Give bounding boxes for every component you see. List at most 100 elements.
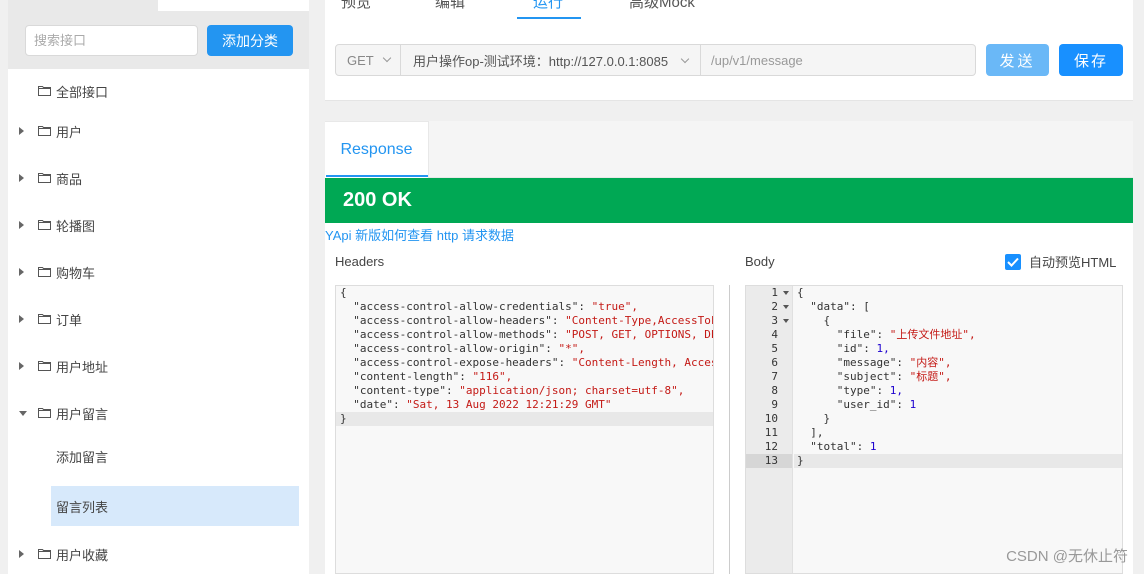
tab-response[interactable]: Response — [325, 121, 429, 178]
body-code-line: ], — [794, 426, 1122, 440]
tab-response-label: Response — [340, 141, 413, 158]
code-value: 1, — [876, 342, 890, 355]
status-bar: 200 OK — [325, 178, 1133, 223]
folder-icon — [38, 361, 51, 371]
headers-code-view[interactable]: { "access-control-allow-credentials": "t… — [335, 285, 714, 574]
headers-code-line: "access-control-allow-credentials": "tru… — [336, 300, 713, 314]
code-key: "access-control-allow-methods": — [340, 328, 566, 341]
tree-item[interactable]: 用户地址 — [8, 351, 309, 381]
tree-item-label: 用户留言 — [56, 406, 109, 422]
tree-item[interactable]: 用户收藏 — [8, 539, 309, 569]
tree-child-item[interactable]: 添加留言 — [51, 436, 299, 476]
body-code-view[interactable]: 1 2 3 4 5 6 7 8 9 10 11 12 13 { "data": [ { "file": … — [745, 285, 1123, 574]
folder-icon — [38, 86, 51, 96]
code-key: "access-control-allow-headers": — [340, 314, 566, 327]
tree-item[interactable]: 用户 — [8, 116, 309, 146]
tree-item[interactable]: 订单 — [8, 304, 309, 334]
caret-right-icon[interactable] — [19, 127, 24, 135]
headers-code-line: "access-control-expose-headers": "Conten… — [336, 356, 713, 370]
sidebar: 添加分类 全部接口用户商品轮播图购物车订单用户地址用户留言用户收藏 添加留言留言列… — [8, 0, 309, 574]
body-code-line: } — [794, 412, 1122, 426]
folder-icon — [38, 173, 51, 183]
tree-item[interactable]: 商品 — [8, 163, 309, 193]
code-value: ], — [810, 426, 824, 439]
tab-preview[interactable]: 预览 — [341, 0, 371, 12]
line-number[interactable]: 3 — [746, 314, 792, 328]
headers-code-line: "access-control-allow-methods": "POST, G… — [336, 328, 713, 342]
tree-item[interactable]: 轮播图 — [8, 210, 309, 240]
tree-item-label: 购物车 — [56, 265, 96, 281]
save-button[interactable]: 保存 — [1059, 44, 1123, 76]
help-link[interactable]: YApi 新版如何查看 http 请求数据 — [325, 225, 514, 244]
tree-child-label: 添加留言 — [56, 449, 109, 465]
status-text: 200 OK — [343, 189, 412, 211]
caret-down-icon[interactable] — [19, 411, 27, 416]
sidebar-tab-active[interactable] — [8, 0, 158, 12]
checkbox-checked-icon[interactable] — [1005, 253, 1021, 270]
code-value: [ — [863, 300, 870, 313]
body-label: Body — [745, 254, 775, 269]
code-key: "type": — [797, 384, 890, 397]
send-button[interactable]: 发送 — [986, 44, 1049, 76]
caret-right-icon[interactable] — [19, 550, 24, 558]
tree-item-label: 订单 — [56, 312, 83, 328]
body-code-line: "file": "上传文件地址", — [794, 328, 1122, 342]
caret-right-icon[interactable] — [19, 315, 24, 323]
code-value: "标题", — [909, 370, 952, 383]
add-category-button[interactable]: 添加分类 — [207, 25, 293, 56]
auto-preview-toggle[interactable]: 自动预览HTML — [1005, 252, 1116, 271]
code-value: "true", — [591, 300, 639, 313]
body-code-line: { — [794, 286, 1122, 300]
caret-right-icon[interactable] — [19, 221, 24, 229]
folder-icon — [38, 126, 51, 136]
headers-code-line: "content-length": "116", — [336, 370, 713, 384]
code-value: { — [797, 286, 804, 299]
line-number: 11 — [764, 426, 778, 439]
method-value: GET — [347, 52, 374, 68]
active-tab-indicator — [517, 17, 581, 19]
watermark: CSDN @无休止符 — [1006, 548, 1128, 565]
code-value: "上传文件地址", — [889, 328, 976, 341]
tree-item[interactable]: 用户留言 — [8, 398, 309, 428]
tree-child-item-selected[interactable]: 留言列表 — [51, 486, 299, 526]
search-input[interactable] — [25, 25, 198, 56]
line-number[interactable]: 2 — [746, 300, 792, 314]
code-key: "data": — [797, 300, 864, 313]
sidebar-search-row: 添加分类 — [8, 12, 309, 69]
line-number: 10 — [764, 412, 778, 425]
line-number: 8 — [771, 384, 778, 397]
tree-item-label: 用户 — [56, 124, 83, 140]
line-number: 4 — [771, 328, 778, 341]
tree-item[interactable]: 购物车 — [8, 257, 309, 287]
caret-right-icon[interactable] — [19, 362, 24, 370]
code-key — [797, 314, 824, 327]
code-key: "access-control-expose-headers": — [340, 356, 572, 369]
sidebar-tab[interactable] — [158, 0, 309, 12]
tab-run[interactable]: 运行 — [533, 0, 563, 12]
caret-right-icon[interactable] — [19, 268, 24, 276]
tree-item-label: 全部接口 — [56, 84, 109, 100]
tab-edit[interactable]: 编辑 — [435, 0, 465, 12]
headers-code-line: "access-control-allow-origin": "*", — [336, 342, 713, 356]
code-value: { — [823, 314, 831, 327]
line-number: 9 — [771, 398, 778, 411]
tree-item[interactable]: 全部接口 — [8, 76, 309, 106]
body-code-line: } — [794, 454, 1122, 468]
line-number[interactable]: 1 — [746, 286, 792, 300]
code-value: "Content-Length, Acces — [571, 356, 714, 369]
environment-select[interactable]: 用户操作op-测试环境：http://127.0.0.1:8085 — [401, 44, 701, 76]
code-value: } — [340, 412, 347, 425]
folder-icon — [38, 220, 51, 230]
code-key: "content-length": — [340, 370, 473, 383]
tree-item-label: 商品 — [56, 171, 83, 187]
code-key: "access-control-allow-credentials": — [340, 300, 592, 313]
code-key: "content-type": — [340, 384, 460, 397]
path-input[interactable]: /up/v1/message — [701, 44, 976, 76]
app-root: 添加分类 全部接口用户商品轮播图购物车订单用户地址用户留言用户收藏 添加留言留言列… — [0, 0, 1144, 574]
code-key: "user_id": — [797, 398, 910, 411]
method-select[interactable]: GET — [335, 44, 401, 76]
tab-advanced-mock[interactable]: 高级Mock — [629, 0, 695, 12]
tree-item-label: 轮播图 — [56, 218, 96, 234]
headers-code-line: { — [336, 286, 713, 300]
caret-right-icon[interactable] — [19, 174, 24, 182]
